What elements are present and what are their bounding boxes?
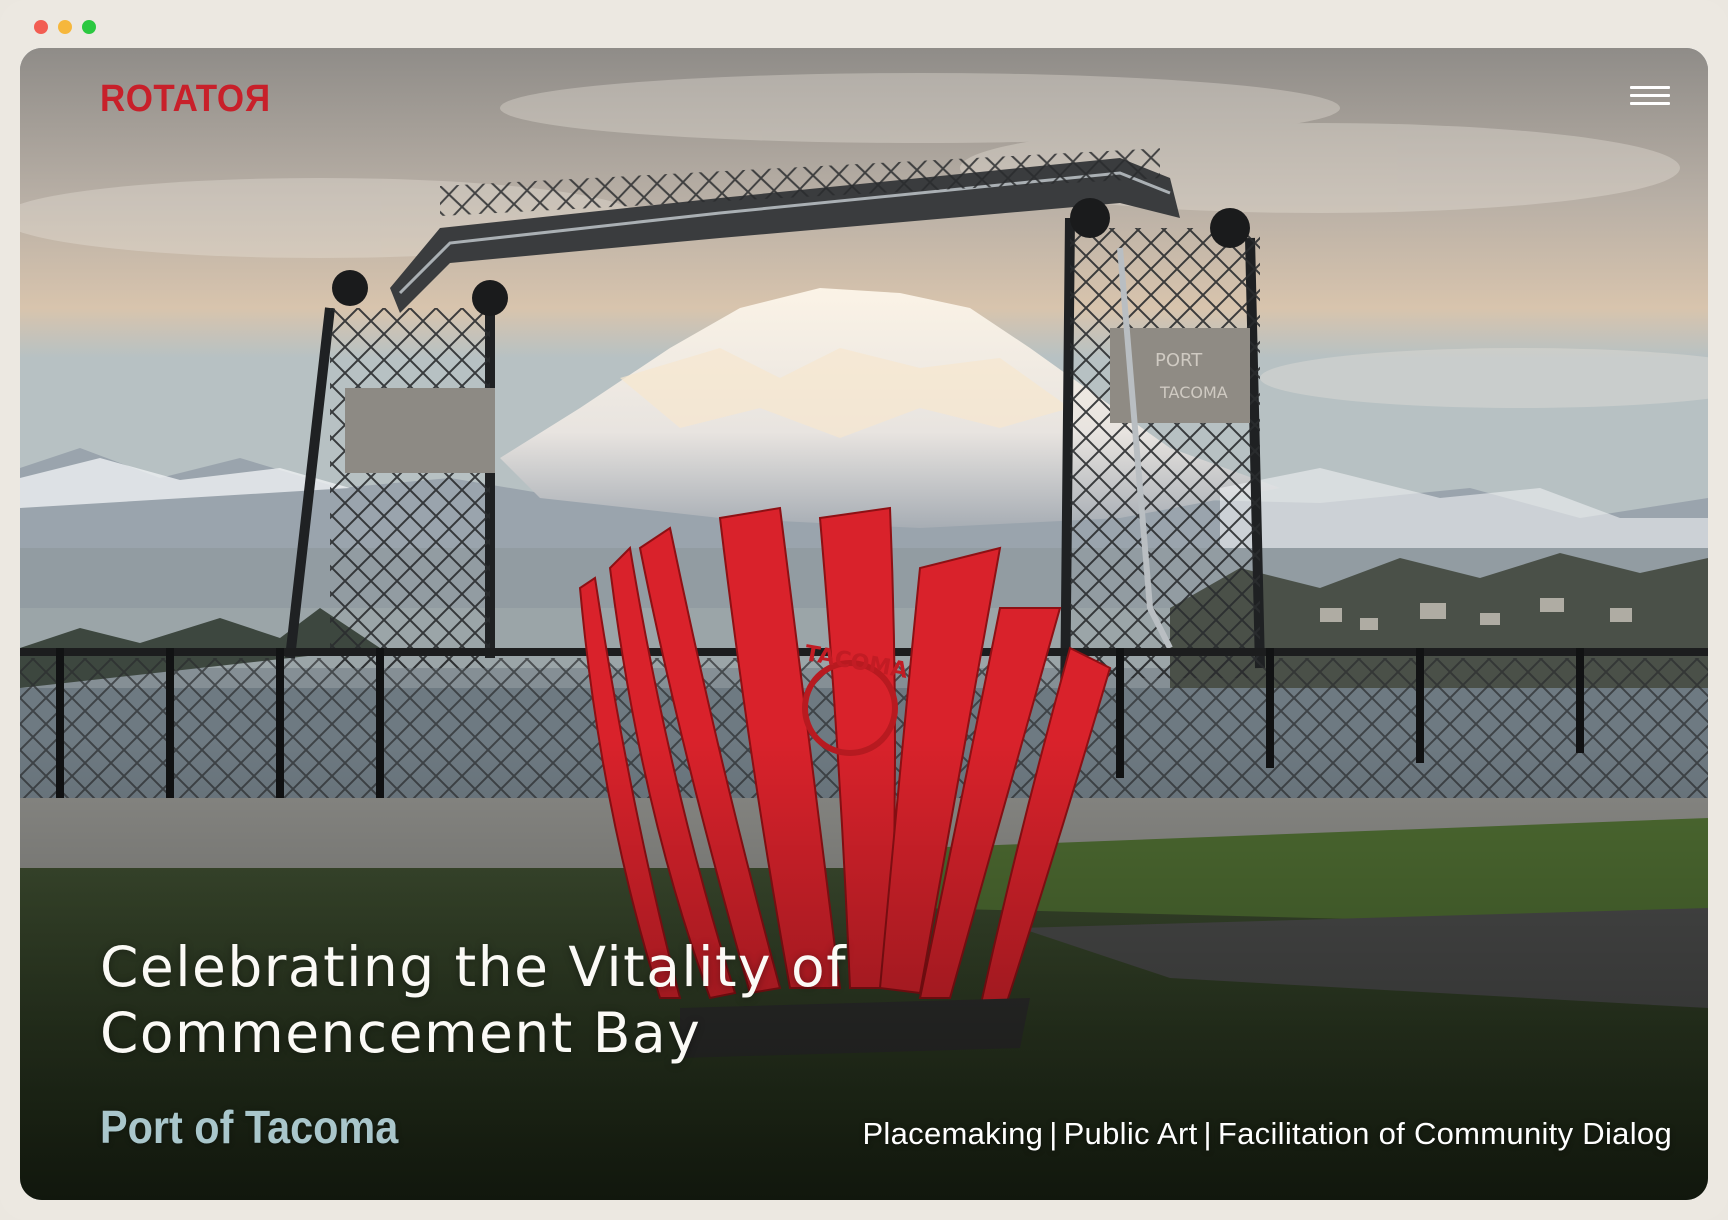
logo-text: ROTATO xyxy=(100,78,245,120)
logo-reversed-letter: R xyxy=(244,78,271,120)
site-logo[interactable]: ROTATOR xyxy=(100,78,270,121)
menu-bar xyxy=(1630,94,1670,97)
minimize-window-button[interactable] xyxy=(58,20,72,34)
service-tag: Public Art xyxy=(1063,1116,1198,1151)
menu-bar xyxy=(1630,86,1670,89)
zoom-window-button[interactable] xyxy=(82,20,96,34)
browser-window: PORT TACOMA xyxy=(0,0,1728,1220)
service-tag: Facilitation of Community Dialog xyxy=(1217,1116,1672,1151)
service-tag: Placemaking xyxy=(862,1116,1044,1151)
client-name: Port of Tacoma xyxy=(100,1101,399,1153)
page-viewport: PORT TACOMA xyxy=(20,48,1708,1200)
separator: | xyxy=(1203,1116,1212,1151)
hamburger-icon[interactable] xyxy=(1630,86,1670,108)
hero-title: Celebrating the Vitality of Commencement… xyxy=(100,935,848,1065)
services-list: Placemaking | Public Art | Facilitation of C… xyxy=(862,1116,1672,1152)
window-controls xyxy=(34,20,96,34)
menu-bar xyxy=(1630,102,1670,105)
separator: | xyxy=(1049,1116,1058,1151)
close-window-button[interactable] xyxy=(34,20,48,34)
